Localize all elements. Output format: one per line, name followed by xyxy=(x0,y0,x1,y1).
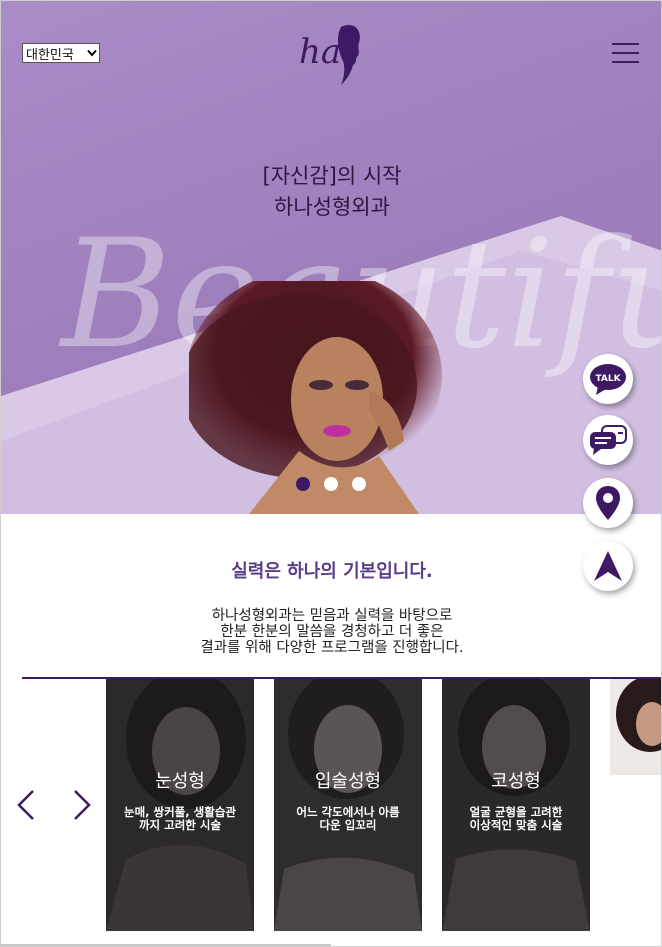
logo[interactable]: ha xyxy=(297,19,367,87)
card-desc-line2: 다운 입꼬리 xyxy=(319,818,377,832)
intro-heading: 실력은 하나의 기본입니다. xyxy=(231,561,433,582)
hero-title: [자신감]의 시작 하나성형외과 xyxy=(1,161,661,223)
language-select-value: 대한민국 xyxy=(26,47,74,63)
carousel-next-button[interactable] xyxy=(72,789,92,821)
language-select[interactable]: 대한민국 xyxy=(22,43,100,63)
hero-title-line2: 하나성형외과 xyxy=(274,195,390,219)
service-card-nose[interactable]: 코성형 얼굴 균형을 고려한 이상적인 맞춤 시술 xyxy=(442,679,590,931)
intro-text: 하나성형외과는 믿음과 실력을 바탕으로 한분 한분의 말씀을 경청하고 더 좋… xyxy=(1,608,661,656)
intro-line2: 한분 한분의 말씀을 경청하고 더 좋은 xyxy=(220,624,444,640)
card-photo xyxy=(610,679,661,775)
location-pin-icon xyxy=(596,486,620,520)
card-desc-line2: 까지 고려한 시술 xyxy=(138,818,222,832)
card-title: 입술성형 xyxy=(314,771,382,792)
hero-title-line1: [자신감]의 시작 xyxy=(262,164,402,188)
carousel-prev-button[interactable] xyxy=(16,789,36,821)
card-description: 어느 각도에서나 아름 다운 입꼬리 xyxy=(274,806,422,832)
slider-dots xyxy=(296,477,376,493)
svg-text:ha: ha xyxy=(299,32,341,72)
service-card-lip[interactable]: 입술성형 어느 각도에서나 아름 다운 입꼬리 xyxy=(274,679,422,931)
slider-dot-1[interactable] xyxy=(296,477,310,491)
card-description: 얼굴 균형을 고려한 이상적인 맞춤 시술 xyxy=(442,806,590,832)
slider-dot-2[interactable] xyxy=(324,477,338,491)
intro-line3: 결과를 위해 다양한 프로그램을 진행합니다. xyxy=(200,640,464,656)
hamburger-menu-icon[interactable] xyxy=(612,43,639,65)
card-title: 눈성형 xyxy=(155,771,205,792)
service-card-eye[interactable]: 눈성형 눈매, 쌍커풀, 생활습관 까지 고려한 시술 xyxy=(106,679,254,931)
chat-button[interactable] xyxy=(583,415,633,465)
chevron-down-icon xyxy=(85,46,99,60)
intro-line1: 하나성형외과는 믿음과 실력을 바탕으로 xyxy=(211,608,453,624)
hero-banner: Beautiful 대한민국 ha [자신감]의 시작 하나성형외과 xyxy=(1,1,661,514)
chevron-right-icon xyxy=(74,790,91,820)
page: Beautiful 대한민국 ha [자신감]의 시작 하나성형외과 xyxy=(0,0,662,947)
slider-dot-3[interactable] xyxy=(352,477,366,491)
card-title: 코성형 xyxy=(491,771,541,792)
card-desc-line2: 이상적인 맞춤 시술 xyxy=(469,818,563,832)
kakao-talk-button[interactable]: TALK xyxy=(583,354,633,404)
chat-bubbles-icon xyxy=(590,425,627,455)
service-card-peek[interactable] xyxy=(610,679,661,775)
talk-icon: TALK xyxy=(590,364,626,395)
card-description: 눈매, 쌍커풀, 생활습관 까지 고려한 시술 xyxy=(106,806,254,832)
talk-label: TALK xyxy=(595,374,621,384)
chevron-left-icon xyxy=(17,790,34,820)
location-button[interactable] xyxy=(583,478,633,528)
